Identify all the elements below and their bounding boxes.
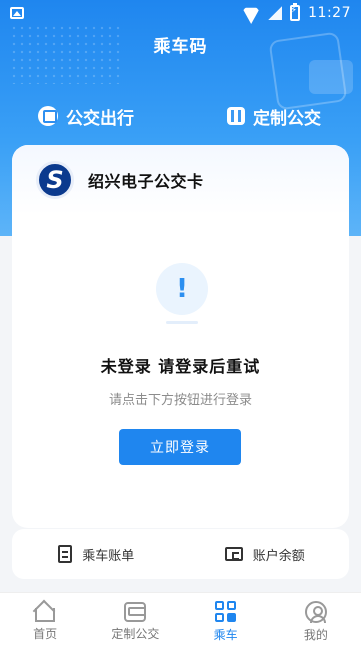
tab-label: 定制公交 (253, 108, 321, 129)
login-status-subtitle: 请点击下方按钮进行登录 (108, 393, 252, 408)
nav-item-home[interactable]: 首页 (0, 593, 90, 650)
action-label: 账户余额 (252, 548, 305, 564)
login-button[interactable]: 立即登录 (119, 429, 241, 465)
alert-shadow (166, 321, 198, 324)
tab-bus-travel[interactable]: 公交出行 (38, 98, 134, 134)
tab-custom-bus[interactable]: 定制公交 (227, 98, 321, 134)
shaoxing-card-logo: S (36, 161, 74, 199)
account-balance-button[interactable]: 账户余额 (181, 545, 350, 564)
alert-circle: ! (156, 263, 208, 315)
gallery-icon (10, 7, 24, 19)
status-bar: 11:27 (0, 0, 361, 26)
ride-bill-button[interactable]: 乘车账单 (12, 545, 181, 564)
transit-card-panel: S 绍兴电子公交卡 ! 未登录 请登录后重试 请点击下方按钮进行登录 立即登录 (12, 145, 349, 528)
profile-icon (304, 600, 327, 623)
page-title: 乘车码 (153, 37, 208, 57)
battery-icon (290, 3, 301, 21)
receipt-icon (58, 545, 73, 563)
wallet-icon (224, 547, 243, 561)
card-illustration-decoration (309, 60, 353, 94)
status-left (10, 7, 24, 19)
custom-bus-icon (227, 107, 245, 125)
nav-label: 定制公交 (111, 626, 160, 641)
qr-code-icon (214, 600, 237, 623)
nav-label: 我的 (303, 627, 328, 642)
nav-label: 乘车 (213, 627, 238, 642)
exclamation-icon: ! (176, 274, 188, 304)
nav-item-ride[interactable]: 乘车 (181, 593, 271, 650)
card-header: S 绍兴电子公交卡 (12, 145, 349, 215)
status-time: 11:27 (308, 5, 351, 21)
nav-item-custom-bus[interactable]: 定制公交 (90, 593, 180, 650)
home-icon (34, 602, 56, 622)
signal-icon (268, 6, 283, 20)
status-right: 11:27 (242, 3, 351, 21)
nav-label: 首页 (33, 626, 58, 641)
bus-icon (124, 601, 147, 622)
logo-letter: S (46, 166, 64, 194)
login-status-title: 未登录 请登录后重试 (100, 357, 261, 376)
bottom-nav: 首页 定制公交 乘车 我的 (0, 592, 361, 650)
wifi-icon (242, 6, 260, 20)
tab-label: 公交出行 (66, 108, 134, 129)
top-tabs: 公交出行 定制公交 (0, 98, 361, 134)
card-name: 绍兴电子公交卡 (88, 172, 204, 191)
bus-icon (38, 106, 58, 126)
card-actions-bar: 乘车账单 账户余额 (12, 529, 349, 579)
nav-item-profile[interactable]: 我的 (271, 593, 361, 650)
action-label: 乘车账单 (82, 548, 135, 564)
